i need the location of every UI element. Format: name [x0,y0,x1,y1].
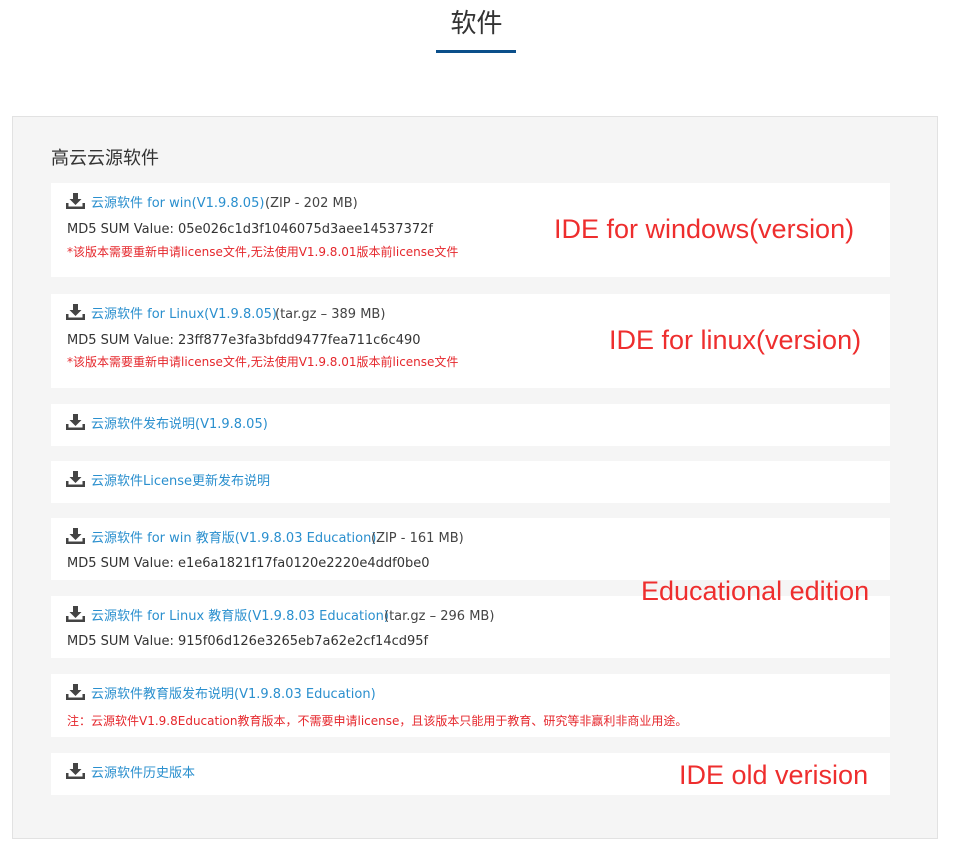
file-info: (tar.gz – 296 MB) [384,609,495,624]
section-title: 高云云源软件 [51,148,159,169]
download-item-edu-notes: 云源软件教育版发布说明(V1.9.8.03 Education) 注：云源软件V… [51,674,890,737]
annotation-edu: Educational edition [641,576,870,606]
download-icon [66,528,85,544]
md5-value: MD5 SUM Value: 23ff877e3fa3bfdd9477fea71… [67,333,421,348]
download-icon [66,684,85,700]
license-notes-link[interactable]: 云源软件License更新发布说明 [91,473,270,491]
download-item-license-notes: 云源软件License更新发布说明 [51,461,890,503]
download-icon [66,193,85,209]
download-item-win-edu: 云源软件 for win 教育版(V1.9.8.03 Education) (Z… [51,518,890,580]
download-link-linux[interactable]: 云源软件 for Linux(V1.9.8.05) [91,306,277,324]
download-icon [66,606,85,622]
file-info: (ZIP - 161 MB) [371,531,464,546]
download-icon [66,763,85,779]
file-info: (ZIP - 202 MB) [265,196,358,211]
history-versions-link[interactable]: 云源软件历史版本 [91,765,195,783]
annotation-windows: IDE for windows(version) [554,214,855,244]
download-item-release-notes: 云源软件发布说明(V1.9.8.05) [51,404,890,446]
license-note: *该版本需要重新申请license文件,无法使用V1.9.8.01版本前lice… [67,355,459,369]
download-icon [66,304,85,320]
md5-value: MD5 SUM Value: 05e026c1d3f1046075d3aee14… [67,222,433,237]
license-note: *该版本需要重新申请license文件,无法使用V1.9.8.01版本前lice… [67,245,459,259]
download-link-linux-edu[interactable]: 云源软件 for Linux 教育版(V1.9.8.03 Education) [91,608,389,626]
annotation-old: IDE old verision [679,760,869,790]
title-underline [436,50,516,53]
edu-note: 注：云源软件V1.9.8Education教育版本，不需要申请license，且… [67,714,688,728]
annotation-linux: IDE for linux(version) [609,325,862,355]
file-info: (tar.gz – 389 MB) [275,307,386,322]
download-icon [66,471,85,487]
edu-release-notes-link[interactable]: 云源软件教育版发布说明(V1.9.8.03 Education) [91,686,376,704]
download-link-win-edu[interactable]: 云源软件 for win 教育版(V1.9.8.03 Education) [91,530,376,548]
page-title: 软件 [450,9,503,39]
download-link-win[interactable]: 云源软件 for win(V1.9.8.05) [91,195,264,213]
download-icon [66,414,85,430]
md5-value: MD5 SUM Value: e1e6a1821f17fa0120e2220e4… [67,556,430,571]
md5-value: MD5 SUM Value: 915f06d126e3265eb7a62e2cf… [67,634,429,649]
release-notes-link[interactable]: 云源软件发布说明(V1.9.8.05) [91,416,268,434]
